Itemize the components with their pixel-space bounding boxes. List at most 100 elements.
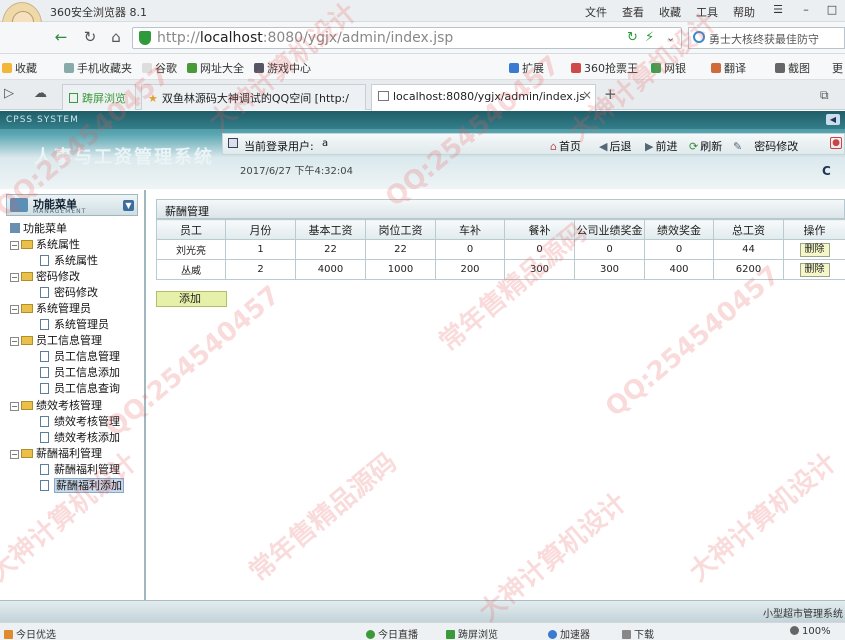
sidebar-group-employees[interactable]: − 员工信息管理 <box>10 332 102 348</box>
lightning-icon[interactable]: ⚡ <box>645 30 654 45</box>
cell: 300 <box>504 259 575 280</box>
page-icon <box>40 351 49 362</box>
bottom-zoom[interactable]: 100% <box>790 626 831 637</box>
menu-help[interactable]: 帮助 <box>733 4 755 20</box>
col-post-salary: 岗位工资 <box>365 219 436 240</box>
house-icon: ⌂ <box>550 140 557 153</box>
bookmark-screenshot[interactable]: 截图 <box>775 60 810 76</box>
add-button[interactable]: 添加 <box>156 291 227 307</box>
refresh-green-icon[interactable]: ↻ <box>627 30 638 45</box>
chevron-down-icon[interactable]: ⌄ <box>666 31 675 44</box>
sidebar-item-performance-manage[interactable]: 绩效考核管理 <box>40 413 120 429</box>
new-tab-icon[interactable]: + <box>604 85 617 103</box>
sidebar-item-salary-add[interactable]: 薪酬福利添加 <box>40 477 124 493</box>
salary-table: 员工 月份 基本工资 岗位工资 车补 餐补 公司业绩奖金 绩效奖金 总工资 操作… <box>156 219 845 280</box>
sidebar-item-employee-query[interactable]: 员工信息查询 <box>40 380 120 396</box>
nav-home[interactable]: ⌂ 首页 <box>550 138 581 154</box>
cell: 300 <box>574 259 645 280</box>
bank-icon <box>651 63 661 73</box>
bottom-live[interactable]: 今日直播 <box>366 626 418 640</box>
bookmark-bank[interactable]: 网银 <box>651 60 686 76</box>
sidebar-group-admins[interactable]: − 系统管理员 <box>10 300 91 316</box>
datetime: 2017/6/27 下午4:32:04 <box>240 166 354 177</box>
sidebar-item-employee-manage[interactable]: 员工信息管理 <box>40 348 120 364</box>
page-icon <box>40 432 49 443</box>
bookmark-mobile[interactable]: 手机收藏夹 <box>64 60 132 76</box>
folder-icon <box>21 240 33 249</box>
bookmark-games[interactable]: 游戏中心 <box>254 60 311 76</box>
address-bar[interactable]: http://localhost:8080/ygjx/admin/index.j… <box>132 27 682 49</box>
sidebar-item-password[interactable]: 密码修改 <box>40 284 98 300</box>
collapse-arrow-icon[interactable]: ◀ <box>826 114 840 125</box>
nav-refresh[interactable]: ⟳ 刷新 <box>689 138 722 154</box>
minimize-icon[interactable]: – <box>796 1 816 19</box>
bottom-accelerator[interactable]: 加速器 <box>548 626 590 640</box>
sidebar-item-performance-add[interactable]: 绩效考核添加 <box>40 429 120 445</box>
translate-icon <box>711 63 721 73</box>
folder-icon <box>21 401 33 410</box>
page-icon <box>40 480 49 491</box>
bookmark-translate[interactable]: 翻译 <box>711 60 746 76</box>
bookmark-sites[interactable]: 网址大全 <box>187 60 244 76</box>
logo-tail: C <box>822 164 831 178</box>
chevron-down-icon[interactable]: ▼ <box>123 200 134 211</box>
browser-bottom-bar <box>0 622 845 640</box>
shirt-skin-icon[interactable]: ☰ <box>768 1 788 19</box>
sidebar-item-salary-manage[interactable]: 薪酬福利管理 <box>40 461 120 477</box>
sidebar-group-salary[interactable]: − 薪酬福利管理 <box>10 445 102 461</box>
menu-view[interactable]: 查看 <box>622 4 644 20</box>
search-input[interactable]: 勇士大核终获最佳防守 <box>688 27 845 49</box>
bookmark-more[interactable]: 更 <box>832 60 843 76</box>
sidebar-item-system-props[interactable]: 系统属性 <box>40 252 98 268</box>
bookmark-google[interactable]: 谷歌 <box>142 60 177 76</box>
sidebar-item-admins[interactable]: 系统管理员 <box>40 316 109 332</box>
sidebar-group-performance[interactable]: − 绩效考核管理 <box>10 397 102 413</box>
bookmark-extensions[interactable]: 扩展 <box>509 60 544 76</box>
cloud-icon[interactable]: ☁ <box>34 86 47 101</box>
sidebar-group-password[interactable]: − 密码修改 <box>10 268 80 284</box>
cell: 2 <box>225 259 296 280</box>
col-employee: 员工 <box>156 219 226 240</box>
tab-qq-space[interactable]: ★ 双鱼林源码大神调试的QQ空间 [http:/ <box>141 84 366 110</box>
nav-password[interactable]: ✎ 密码修改 <box>733 138 798 154</box>
address-url: http://localhost:8080/ygjx/admin/index.j… <box>157 30 454 46</box>
delete-button[interactable]: 删除 <box>799 242 830 257</box>
page-icon <box>40 255 49 266</box>
bookmark-favorites[interactable]: 收藏 <box>2 60 37 76</box>
tab-localhost[interactable]: localhost:8080/ygjx/admin/index.js <box>371 84 596 111</box>
delete-button[interactable]: 删除 <box>799 262 830 277</box>
cell: 22 <box>295 239 366 260</box>
close-tab-icon[interactable]: × <box>582 88 592 102</box>
menu-favorites[interactable]: 收藏 <box>659 4 681 20</box>
current-user-label: 当前登录用户: <box>244 140 314 153</box>
key-icon: ✎ <box>733 140 743 153</box>
menu-tools[interactable]: 工具 <box>696 4 718 20</box>
back-arrow-icon[interactable]: ← <box>52 28 70 46</box>
col-base-salary: 基本工资 <box>295 219 366 240</box>
bottom-today-picks[interactable]: 今日优选 <box>4 626 56 640</box>
bottom-splitscreen[interactable]: 踌屏浏览 <box>446 626 498 640</box>
bookmark-ticket[interactable]: 360抢票王 <box>571 60 638 76</box>
back-icon: ◀ <box>599 140 608 153</box>
nav-forward[interactable]: ▶ 前进 <box>645 138 677 154</box>
browser-title: 360安全浏览器 8.1 <box>50 6 147 19</box>
sidebar-item-employee-add[interactable]: 员工信息添加 <box>40 364 120 380</box>
cell: 0 <box>435 239 505 260</box>
nav-back[interactable]: ◀ 后退 <box>599 138 631 154</box>
tab-splitscreen[interactable]: 踌屏浏览 <box>62 84 136 110</box>
menu-file[interactable]: 文件 <box>585 4 607 20</box>
restore-tab-icon[interactable]: ⧉ <box>820 88 829 103</box>
tree-root[interactable]: 功能菜单 <box>10 220 67 236</box>
sidebar-toggle-icon[interactable]: ▷ <box>4 86 14 101</box>
page-icon <box>40 367 49 378</box>
zoom-icon <box>790 626 799 635</box>
exit-icon[interactable]: ● <box>830 137 842 149</box>
sidebar-header: 功能菜单 MANAGEMENT ▼ <box>6 194 138 216</box>
bottom-download[interactable]: 下载 <box>622 626 654 640</box>
maximize-icon[interactable]: □ <box>822 1 842 19</box>
reload-icon[interactable]: ↻ <box>81 28 99 46</box>
cell: 0 <box>504 239 575 260</box>
home-icon[interactable]: ⌂ <box>107 28 125 46</box>
star-icon <box>2 63 12 73</box>
sidebar-group-system-props[interactable]: − 系统属性 <box>10 236 80 252</box>
